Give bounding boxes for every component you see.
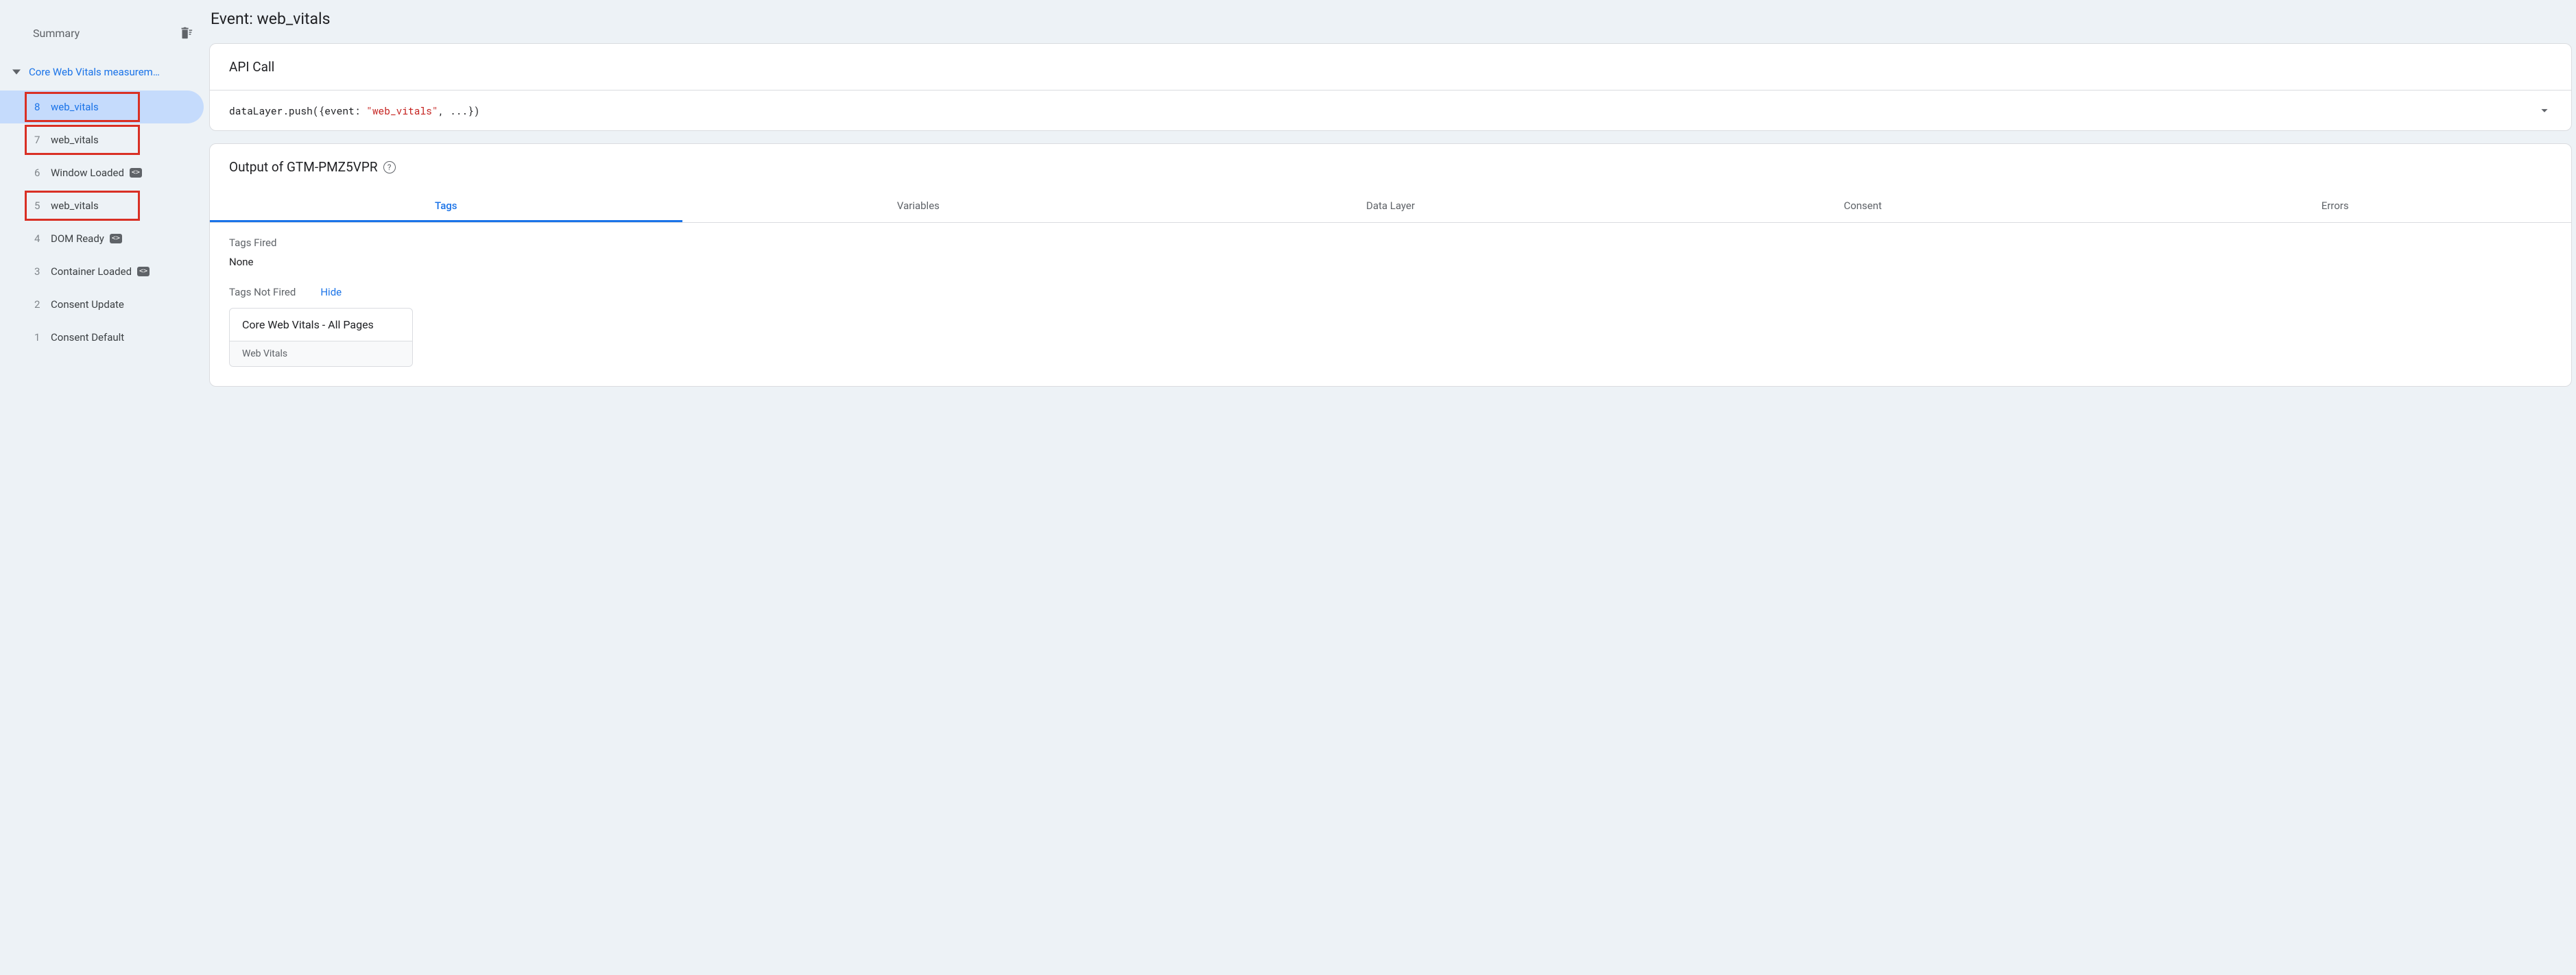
event-name: web_vitals [51,101,99,113]
api-code-suffix: , ...}) [438,104,480,117]
tab-errors[interactable]: Errors [2099,190,2571,222]
tags-fired-label: Tags Fired [229,237,2552,249]
output-header: Output of GTM-PMZ5VPR ? [210,144,2571,190]
event-item[interactable]: 6Window Loaded<> [0,156,204,189]
event-list: 8web_vitals7web_vitals6Window Loaded<>5w… [0,91,209,354]
event-name: web_vitals [51,200,99,212]
caret-down-icon [12,68,21,76]
tab-consent[interactable]: Consent [1627,190,2099,222]
event-item[interactable]: 7web_vitals [0,123,204,156]
tags-not-fired-label: Tags Not Fired [229,286,296,298]
event-name: Consent Default [51,331,124,344]
tags-not-fired-row: Tags Not Fired Hide [229,286,2552,298]
code-icon: <> [137,267,150,276]
app-root: Summary Core Web Vitals measurem… 8web_v… [0,0,2576,975]
output-card: Output of GTM-PMZ5VPR ? TagsVariablesDat… [209,143,2572,387]
event-item[interactable]: 1Consent Default [0,321,204,354]
trash-list-icon [178,25,193,40]
hide-not-fired-button[interactable]: Hide [320,286,342,298]
api-code-prefix: dataLayer.push({event: [229,104,366,117]
tag-card-title: Core Web Vitals - All Pages [230,309,412,341]
event-index: 6 [34,167,51,179]
event-index: 4 [34,232,51,245]
tab-variables[interactable]: Variables [682,190,1155,222]
api-call-code: dataLayer.push({event: "web_vitals", ...… [229,104,479,117]
output-tabs: TagsVariablesData LayerConsentErrors [210,190,2571,223]
expand-api-call-button[interactable] [2537,103,2552,118]
event-index: 8 [34,101,51,113]
event-item[interactable]: 8web_vitals [0,91,204,123]
api-call-body[interactable]: dataLayer.push({event: "web_vitals", ...… [210,90,2571,130]
api-call-header: API Call [210,44,2571,90]
tags-not-fired-container: Core Web Vitals - All PagesWeb Vitals [229,308,2552,367]
tags-fired-value: None [229,256,2552,268]
event-item[interactable]: 5web_vitals [0,189,204,222]
output-header-label: Output of GTM-PMZ5VPR [229,159,378,175]
summary-tree-root[interactable]: Core Web Vitals measurem… [0,59,209,85]
clear-events-button[interactable] [176,23,195,43]
event-index: 5 [34,200,51,212]
page-title: Event: web_vitals [209,10,2572,28]
api-call-card: API Call dataLayer.push({event: "web_vit… [209,43,2572,131]
main-panel: Event: web_vitals API Call dataLayer.pus… [209,0,2576,975]
event-index: 2 [34,298,51,311]
code-icon: <> [130,168,142,178]
tree-root-label: Core Web Vitals measurem… [29,66,160,78]
event-item[interactable]: 3Container Loaded<> [0,255,204,288]
event-item[interactable]: 2Consent Update [0,288,204,321]
event-index: 1 [34,331,51,344]
tag-card-type: Web Vitals [230,341,412,366]
help-icon[interactable]: ? [383,161,396,173]
api-code-string: "web_vitals" [366,104,438,117]
tab-tags[interactable]: Tags [210,190,682,222]
code-icon: <> [110,234,122,243]
tag-card[interactable]: Core Web Vitals - All PagesWeb Vitals [229,308,413,367]
event-name: Container Loaded<> [51,265,150,278]
event-name: web_vitals [51,134,99,146]
summary-row: Summary [0,19,209,47]
tab-data-layer[interactable]: Data Layer [1154,190,1627,222]
event-name: DOM Ready<> [51,232,122,245]
event-item[interactable]: 4DOM Ready<> [0,222,204,255]
event-index: 7 [34,134,51,146]
event-index: 3 [34,265,51,278]
chevron-down-icon [2537,103,2552,118]
summary-label: Summary [33,27,80,40]
sidebar: Summary Core Web Vitals measurem… 8web_v… [0,0,209,975]
event-name: Window Loaded<> [51,167,142,179]
event-name: Consent Update [51,298,124,311]
tags-tab-body: Tags Fired None Tags Not Fired Hide Core… [210,223,2571,386]
